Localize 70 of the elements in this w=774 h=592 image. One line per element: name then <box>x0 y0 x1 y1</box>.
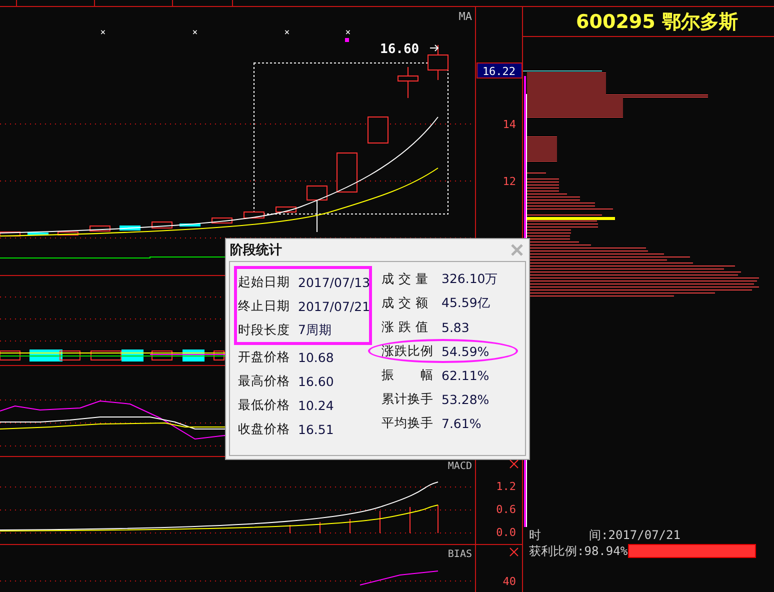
stat-value: 10.24 <box>298 398 334 412</box>
stat-label: 最低价格 <box>238 396 290 414</box>
stat-value: 62.11% <box>442 368 490 382</box>
volume-bar <box>90 350 122 360</box>
stat-value: 2017/07/21 <box>298 298 370 314</box>
stat-value: 45.59亿 <box>442 294 490 312</box>
candlestick <box>28 232 48 236</box>
candlestick <box>276 206 296 212</box>
info-label: 获利比例: <box>529 542 584 560</box>
cross-marker: × <box>192 28 198 38</box>
close-icon[interactable] <box>510 548 518 556</box>
stat-label: 累计换手 <box>382 390 434 408</box>
cross-marker: × <box>284 28 290 38</box>
candlestick <box>336 152 358 192</box>
volume-bar <box>152 350 172 360</box>
stat-label: 最高价格 <box>238 372 290 390</box>
axis-label: 0.0 <box>496 526 516 539</box>
cross-marker: × <box>100 28 106 38</box>
marker-icon <box>345 38 349 42</box>
stat-label: 平均换手 <box>382 414 434 432</box>
axis-label: 12 <box>502 175 516 188</box>
stat-label: 涨 跌 值 <box>382 318 430 336</box>
stat-value: 53.28% <box>442 392 490 406</box>
stat-label: 成 交 量 <box>382 270 430 288</box>
close-icon[interactable] <box>510 460 518 468</box>
indicator-label: MACD <box>448 461 472 472</box>
info-value: 98.94% <box>584 544 628 558</box>
candlestick <box>244 212 264 218</box>
axis-label: 40 <box>502 575 516 588</box>
stat-value: 5.83 <box>442 320 470 334</box>
stat-label: 起始日期 <box>238 274 290 290</box>
candlestick <box>428 44 448 80</box>
candlestick <box>180 224 200 226</box>
stat-value: 326.10万 <box>442 270 498 288</box>
stock-title: 600295 鄂尔多斯 <box>576 10 738 34</box>
volume-bar <box>0 350 20 360</box>
candlestick <box>368 116 388 144</box>
stat-value: 16.60 <box>298 374 334 388</box>
high-price-label: 16.60 <box>380 42 420 57</box>
stat-value: 54.59% <box>442 344 490 358</box>
info-value: 2017/07/21 <box>608 528 680 542</box>
volume-bar <box>214 350 224 360</box>
current-price-tag: 16.22 <box>476 62 522 78</box>
info-label: 时 间: <box>529 526 608 544</box>
stat-label: 开盘价格 <box>238 348 290 366</box>
stat-label: 涨跌比例 <box>382 342 434 360</box>
stat-label: 成 交 额 <box>382 294 430 312</box>
cross-marker: × <box>345 28 351 38</box>
stat-label: 振 幅 <box>382 366 434 384</box>
stat-value: 2017/07/13 <box>298 274 370 290</box>
axis-label: 14 <box>502 118 516 131</box>
arrow-icon <box>430 44 439 52</box>
candlestick <box>90 226 110 232</box>
candlestick <box>306 186 328 232</box>
stat-value: 7周期 <box>298 322 332 338</box>
candlestick <box>120 226 140 230</box>
axis-label: 0.6 <box>496 503 516 516</box>
candlestick <box>58 232 78 236</box>
dialog-title: 阶段统计 <box>229 242 282 259</box>
stat-label: 终止日期 <box>238 298 290 314</box>
indicator-label: BIAS <box>448 549 472 560</box>
axis-label: 1.2 <box>496 480 516 493</box>
stat-label: 时段长度 <box>238 322 290 338</box>
stat-value: 16.51 <box>298 422 334 436</box>
stat-value: 7.61% <box>442 416 482 430</box>
indicator-label: MA <box>458 10 472 23</box>
stat-label: 收盘价格 <box>238 420 290 438</box>
stat-value: 10.68 <box>298 350 334 364</box>
candlestick <box>212 218 232 224</box>
candlestick <box>398 66 418 98</box>
